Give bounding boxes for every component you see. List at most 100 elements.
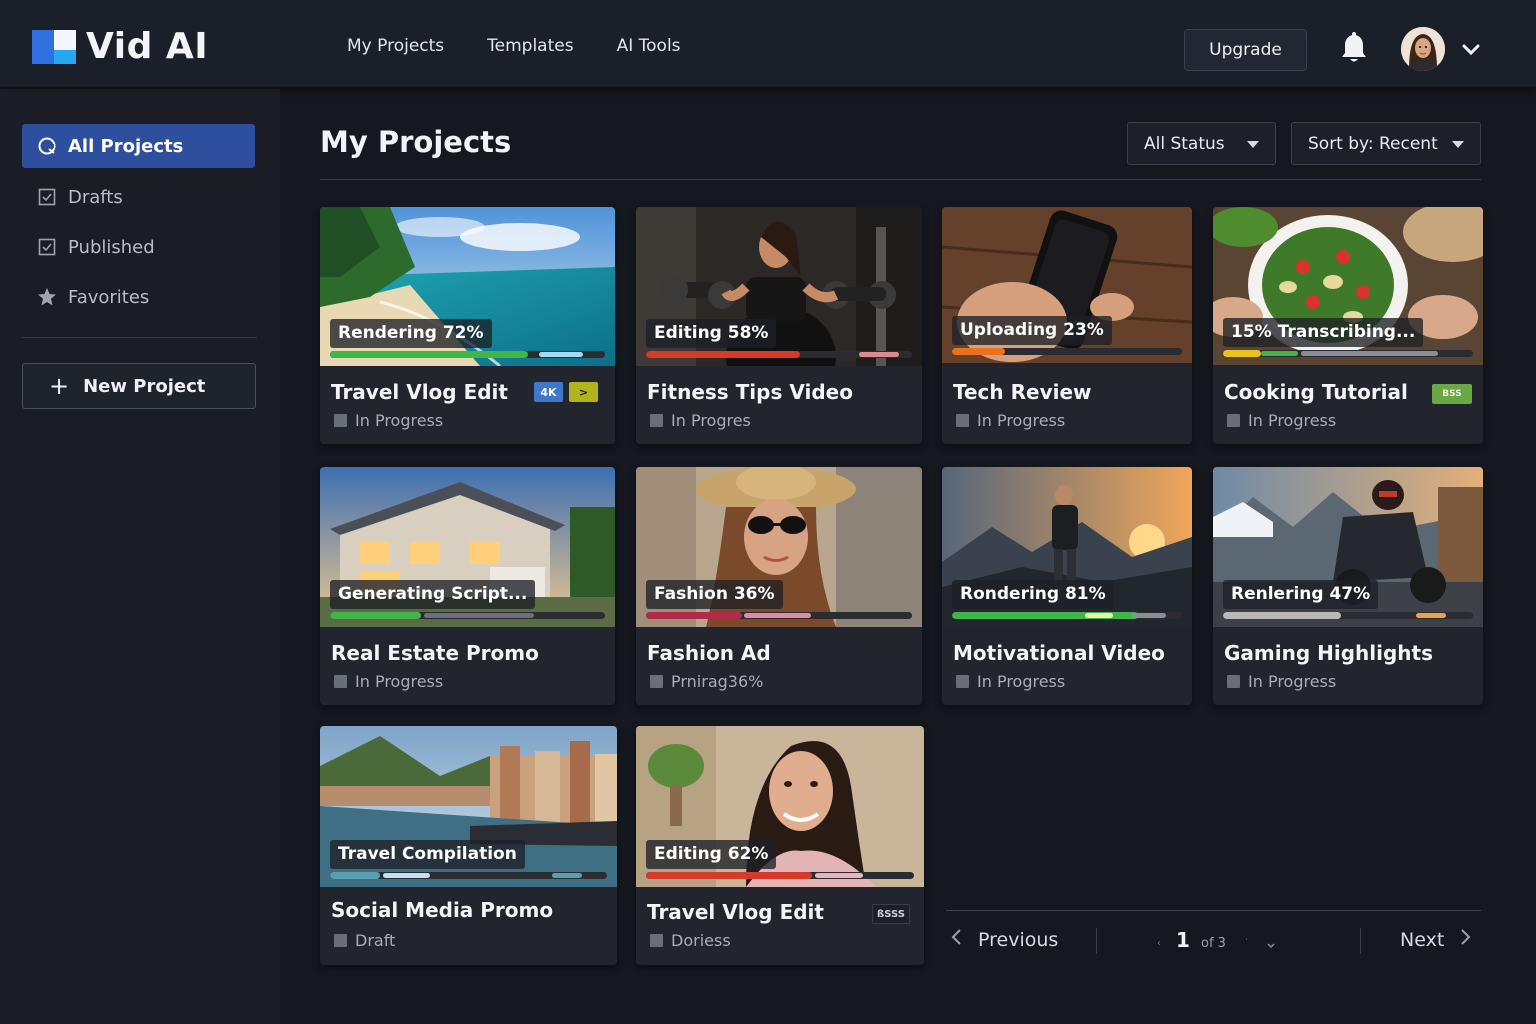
status-square-icon — [334, 934, 347, 947]
main-nav: My Projects Templates AI Tools — [347, 36, 724, 56]
project-thumbnail: Rondering 81% — [942, 467, 1192, 627]
progress-segment — [539, 352, 583, 357]
progress-fill — [330, 351, 528, 358]
progress-segment — [1300, 351, 1438, 356]
project-status: Draft — [334, 931, 395, 950]
nav-templates[interactable]: Templates — [487, 36, 573, 56]
page-count: of 3 — [1201, 936, 1226, 951]
progress-segment — [814, 873, 864, 878]
star-icon — [36, 286, 58, 308]
next-page-button[interactable]: Next — [1400, 928, 1472, 951]
project-status: In Progress — [334, 411, 443, 430]
progress-fill — [330, 872, 380, 879]
upgrade-button[interactable]: Upgrade — [1184, 29, 1307, 71]
logo-icon — [30, 28, 78, 66]
project-thumbnail: Uploading 23% — [942, 207, 1192, 363]
project-title: Fashion Ad — [647, 641, 771, 665]
sort-dropdown[interactable]: Sort by: Recent — [1291, 122, 1481, 165]
project-status: In Progres — [650, 411, 751, 430]
arrow-badge: > — [569, 382, 598, 402]
progress-segment — [382, 873, 430, 878]
sort-value: Sort by: Recent — [1308, 133, 1438, 154]
status-square-icon — [650, 934, 663, 947]
project-thumbnail: Travel Compilation — [320, 726, 617, 887]
status-square-icon — [334, 414, 347, 427]
project-title: Social Media Promo — [331, 898, 554, 922]
header-divider — [320, 179, 1481, 180]
sidebar-item-published[interactable]: Published — [22, 225, 255, 269]
chevron-down-icon[interactable] — [1461, 40, 1481, 60]
status-filter-dropdown[interactable]: All Status — [1127, 122, 1276, 165]
status-square-icon — [1227, 414, 1240, 427]
progress-segment — [551, 873, 583, 878]
project-status-text: Prnirag36% — [671, 672, 764, 691]
status-chip: 15% Transcribing... — [1223, 318, 1424, 347]
new-project-button[interactable]: + New Project — [22, 363, 256, 409]
project-card[interactable]: Fashion 36% Fashion Ad Prnirag36% — [636, 467, 922, 705]
project-title: Tech Review — [953, 380, 1092, 404]
progress-bar — [646, 351, 912, 358]
progress-fill — [646, 612, 742, 619]
sidebar-item-drafts[interactable]: Drafts — [22, 175, 255, 219]
new-project-label: New Project — [83, 375, 206, 397]
status-chip: Editing 58% — [646, 319, 777, 348]
progress-fill — [952, 348, 1005, 355]
sidebar-divider — [22, 337, 257, 338]
project-card[interactable]: Rondering 81% Motivational Video In Prog… — [942, 467, 1192, 705]
progress-fill — [330, 612, 421, 619]
page-dot: ‹ — [1157, 938, 1161, 949]
bell-icon[interactable] — [1338, 32, 1370, 66]
project-status-text: In Progres — [671, 411, 751, 430]
progress-bar — [330, 612, 605, 619]
progress-segment — [423, 613, 534, 618]
progress-segment — [1131, 613, 1166, 618]
project-status-text: In Progress — [977, 411, 1066, 430]
project-thumbnail: Rendering 72% — [320, 207, 615, 366]
project-card[interactable]: 15% Transcribing... Cooking Tutorial BSS… — [1213, 207, 1483, 444]
current-page[interactable]: 1 — [1176, 928, 1190, 952]
progress-bar — [330, 872, 607, 879]
nav-ai-tools[interactable]: AI Tools — [617, 36, 681, 56]
app-logo[interactable]: Vid AI — [30, 26, 208, 67]
project-status: In Progress — [1227, 411, 1336, 430]
project-card[interactable]: Rendering 72% Travel Vlog Edit 4K > In P… — [320, 207, 615, 444]
project-title: Travel Vlog Edit — [331, 380, 508, 404]
project-card[interactable]: Uploading 23% Tech Review In Progress — [942, 207, 1192, 444]
progress-bar — [1223, 612, 1473, 619]
status-square-icon — [1227, 675, 1240, 688]
project-status-text: In Progress — [355, 411, 444, 430]
progress-bar — [952, 348, 1182, 355]
project-card[interactable]: Editing 58% Fitness Tips Video In Progre… — [636, 207, 922, 444]
project-status-text: Draft — [355, 931, 396, 950]
project-status: In Progress — [956, 411, 1065, 430]
progress-bar — [330, 351, 605, 358]
project-card[interactable]: Renlering 47% Gaming Highlights In Progr… — [1213, 467, 1483, 705]
project-card[interactable]: Editing 62% Travel Vlog Edit ßSSS Dories… — [636, 726, 924, 965]
project-thumbnail: Generating Script... — [320, 467, 615, 627]
page-select-chevron-icon[interactable] — [1266, 936, 1276, 955]
sidebar-item-label: All Projects — [68, 135, 184, 157]
sidebar-item-all-projects[interactable]: All Projects — [22, 124, 255, 168]
project-card[interactable]: Travel Compilation Social Media Promo Dr… — [320, 726, 617, 965]
sidebar: All Projects Drafts Published Favorites … — [0, 89, 280, 1024]
project-status: In Progress — [956, 672, 1065, 691]
status-square-icon — [956, 675, 969, 688]
project-status-text: In Progress — [1248, 411, 1337, 430]
caret-down-icon — [1452, 141, 1464, 148]
project-card[interactable]: Generating Script... Real Estate Promo I… — [320, 467, 615, 705]
user-avatar[interactable] — [1401, 27, 1445, 71]
progress-segment — [1415, 613, 1446, 618]
page-title: My Projects — [320, 125, 512, 159]
project-status: Prnirag36% — [650, 672, 763, 691]
project-status: Doriess — [650, 931, 731, 950]
app-name: Vid AI — [86, 26, 209, 67]
progress-fill — [1223, 612, 1341, 619]
bss-badge: BSS — [1432, 384, 1472, 404]
previous-page-button[interactable]: Previous — [950, 928, 1058, 951]
project-thumbnail: Editing 62% — [636, 726, 924, 887]
progress-bar — [1223, 350, 1473, 357]
nav-my-projects[interactable]: My Projects — [347, 36, 444, 56]
sidebar-item-favorites[interactable]: Favorites — [22, 275, 255, 319]
status-chip: Rondering 81% — [952, 580, 1114, 609]
project-title: Fitness Tips Video — [647, 380, 853, 404]
